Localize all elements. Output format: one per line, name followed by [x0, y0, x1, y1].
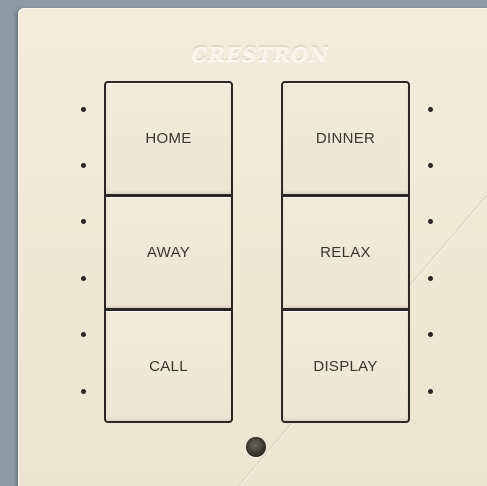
led-indicator-right-6	[428, 389, 433, 394]
relax-button-label: RELAX	[320, 244, 371, 261]
keypad-scene: CRESTRON HOME AWAY CALL DINNER RELAX DIS…	[0, 0, 487, 486]
led-indicator-right-3	[428, 219, 433, 224]
relax-button[interactable]: RELAX	[281, 195, 410, 310]
away-button-label: AWAY	[146, 244, 191, 261]
call-button-label: CALL	[149, 357, 188, 375]
led-indicator-right-2	[428, 163, 433, 168]
led-indicator-left-5	[81, 332, 86, 337]
led-indicator-right-4	[428, 276, 433, 281]
brand-logo: CRESTRON	[191, 42, 329, 66]
led-indicator-right-1	[428, 107, 433, 112]
away-button[interactable]: AWAY	[104, 195, 233, 310]
led-indicator-left-3	[81, 219, 86, 224]
led-indicator-left-6	[81, 389, 86, 394]
home-button[interactable]: HOME	[104, 81, 233, 196]
ir-sensor	[246, 437, 266, 457]
display-button-label: DISPLAY	[313, 357, 378, 375]
led-indicator-left-2	[81, 163, 86, 168]
dinner-button-label: DINNER	[315, 130, 376, 147]
dinner-button[interactable]: DINNER	[281, 81, 410, 196]
call-button[interactable]: CALL	[104, 309, 233, 423]
led-indicator-right-5	[428, 332, 433, 337]
led-indicator-left-1	[81, 107, 86, 112]
display-button[interactable]: DISPLAY	[281, 309, 410, 423]
keypad-faceplate	[18, 8, 487, 486]
led-indicator-left-4	[81, 276, 86, 281]
home-button-label: HOME	[145, 130, 192, 147]
